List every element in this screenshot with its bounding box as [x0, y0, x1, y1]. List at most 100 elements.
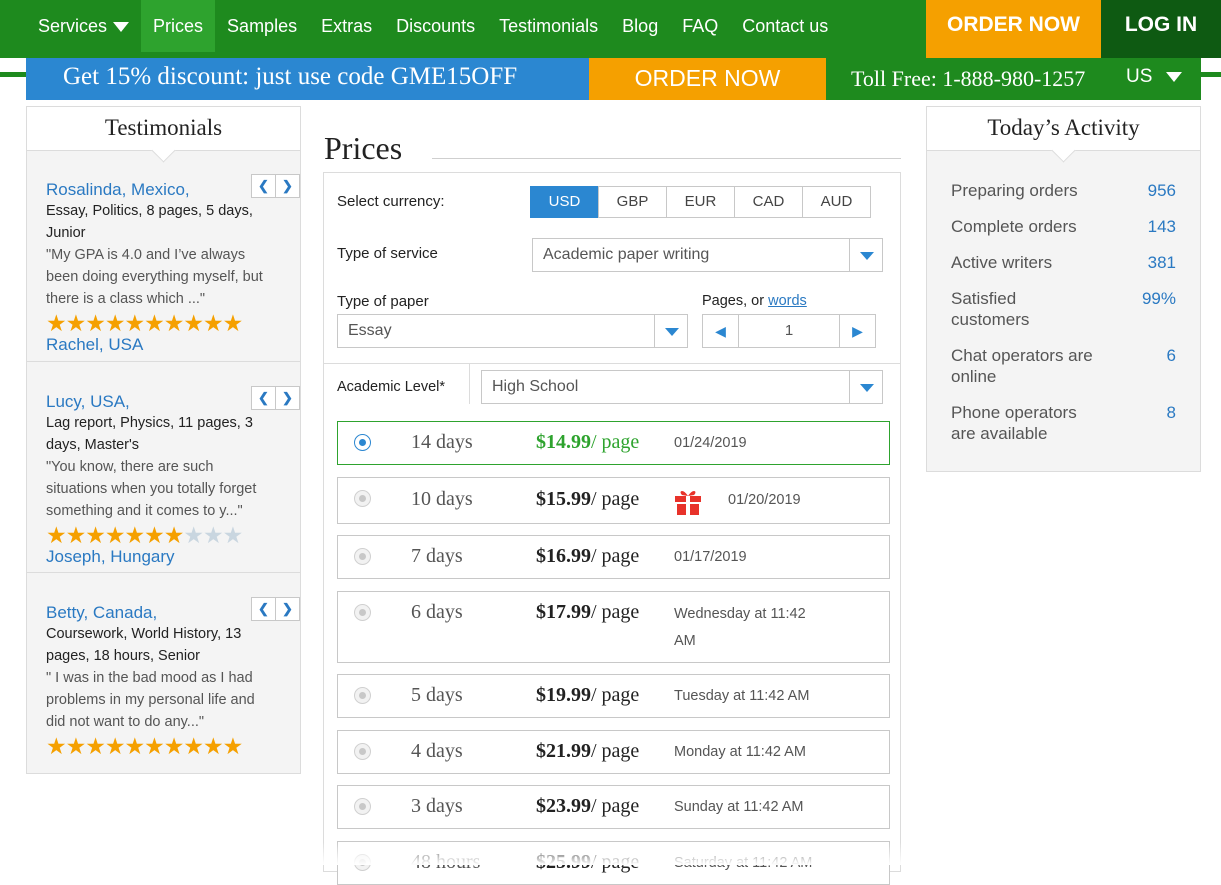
- deadline-option[interactable]: 3 days $23.99/ page Sunday at 11:42 AM: [337, 785, 890, 829]
- nav-testimonials[interactable]: Testimonials: [487, 0, 610, 52]
- currency-cad[interactable]: CAD: [734, 186, 803, 218]
- deadline-date: 01/24/2019: [674, 435, 747, 451]
- nav-faq[interactable]: FAQ: [670, 0, 730, 52]
- activity-list: Preparing orders 956 Complete orders 143 A…: [927, 151, 1200, 459]
- price-unit: / page: [591, 545, 640, 567]
- radio-button[interactable]: [354, 604, 371, 621]
- activity-row: Phone operators are available 8: [927, 402, 1200, 459]
- toll-free: Toll Free: 1-888-980-1257 US: [826, 58, 1201, 100]
- radio-button[interactable]: [354, 548, 371, 565]
- toll-free-number[interactable]: Toll Free: 1-888-980-1257: [851, 66, 1085, 91]
- deadline-date: Monday at 11:42 AM: [674, 744, 806, 760]
- currency-aud[interactable]: AUD: [802, 186, 871, 218]
- deadline-days: 3 days: [411, 795, 463, 817]
- price-unit: / page: [591, 684, 640, 706]
- chevron-right-icon[interactable]: ❯: [275, 386, 300, 410]
- paper-select[interactable]: Essay: [337, 314, 688, 348]
- discount-banner[interactable]: Get 15% discount: just use code GME15OFF: [26, 58, 589, 100]
- deadline-option[interactable]: 14 days $14.99/ page 01/24/2019: [337, 421, 890, 465]
- deadline-price: $17.99/ page: [536, 601, 639, 624]
- activity-row: Preparing orders 956: [927, 180, 1200, 216]
- nav-samples[interactable]: Samples: [215, 0, 309, 52]
- service-select[interactable]: Academic paper writing: [532, 238, 883, 272]
- rating-stars: ★★★★★★★★★★: [46, 522, 243, 548]
- order-now-button[interactable]: ORDER NOW: [926, 0, 1101, 58]
- price-amount: $21.99: [536, 740, 591, 762]
- next-testimonial-author: Rachel, USA: [46, 335, 144, 354]
- price-calculator: Select currency: USD GBP EUR CAD AUD Typ…: [323, 172, 901, 885]
- testimonial-meta: Essay, Politics, 8 pages, 5 days, Junior: [46, 203, 253, 241]
- nav-services-label: Services: [38, 16, 108, 36]
- pages-value[interactable]: 1: [739, 315, 839, 347]
- testimonial-card: Lucy, USA, Lag report, Physics, 11 pages…: [27, 361, 300, 572]
- nav-contact-us[interactable]: Contact us: [730, 0, 840, 52]
- chevron-right-icon[interactable]: ❯: [275, 174, 300, 198]
- chevron-right-icon[interactable]: ▶: [839, 315, 875, 347]
- divider: [470, 363, 901, 364]
- testimonials-title: Testimonials: [27, 107, 300, 151]
- deadline-option[interactable]: 5 days $19.99/ page Tuesday at 11:42 AM: [337, 674, 890, 718]
- chevron-left-icon[interactable]: ❮: [251, 597, 276, 621]
- price-unit: / page: [591, 601, 640, 623]
- words-link[interactable]: words: [768, 293, 807, 309]
- currency-usd[interactable]: USD: [530, 186, 599, 218]
- nav-blog[interactable]: Blog: [610, 0, 670, 52]
- activity-value: 8: [1166, 403, 1176, 422]
- testimonial-quote: "My GPA is 4.0 and I’ve always been doin…: [46, 247, 263, 307]
- academic-level-select[interactable]: High School: [481, 370, 883, 404]
- divider: [432, 158, 901, 159]
- price-amount: $17.99: [536, 601, 591, 623]
- deadline-option[interactable]: 4 days $21.99/ page Monday at 11:42 AM: [337, 730, 890, 774]
- scroll-fade: [323, 842, 901, 865]
- price-unit: / page: [591, 488, 640, 510]
- service-label: Type of service: [337, 245, 438, 262]
- next-testimonial-author: Joseph, Hungary: [46, 547, 175, 566]
- deadline-days: 6 days: [411, 601, 463, 623]
- currency-gbp[interactable]: GBP: [598, 186, 667, 218]
- nav-prices[interactable]: Prices: [141, 0, 216, 52]
- currency-label: Select currency:: [337, 193, 445, 210]
- log-in-button[interactable]: LOG IN: [1101, 0, 1221, 58]
- country-selector[interactable]: US: [1126, 58, 1183, 96]
- chevron-down-icon: [849, 239, 882, 271]
- testimonial-card: Rosalinda, Mexico, Essay, Politics, 8 pa…: [27, 150, 300, 361]
- chevron-left-icon[interactable]: ❮: [251, 174, 276, 198]
- price-amount: $19.99: [536, 684, 591, 706]
- deadline-option[interactable]: 7 days $16.99/ page 01/17/2019: [337, 535, 890, 579]
- testimonial-arrows: ❮ ❯: [251, 386, 300, 410]
- price-unit: / page: [591, 795, 640, 817]
- radio-button[interactable]: [354, 490, 371, 507]
- deadline-option[interactable]: 6 days $17.99/ page Wednesday at 11:42 A…: [337, 591, 890, 663]
- activity-value: 99%: [1141, 289, 1176, 308]
- paper-value: Essay: [348, 322, 392, 339]
- promo-order-now-button[interactable]: ORDER NOW: [589, 58, 826, 100]
- testimonial-meta: Lag report, Physics, 11 pages, 3 days, M…: [46, 415, 253, 453]
- activity-row: Complete orders 143: [927, 216, 1200, 252]
- currency-eur[interactable]: EUR: [666, 186, 735, 218]
- nav-discounts[interactable]: Discounts: [384, 0, 487, 52]
- deadline-price: $21.99/ page: [536, 740, 639, 763]
- nav-links: Services Prices Samples Extras Discounts…: [26, 0, 840, 52]
- nav-extras[interactable]: Extras: [309, 0, 384, 52]
- activity-value: 143: [1147, 217, 1176, 236]
- radio-button[interactable]: [354, 743, 371, 760]
- activity-label: Active writers: [951, 253, 1053, 272]
- chevron-down-icon: [654, 315, 687, 347]
- radio-button[interactable]: [354, 687, 371, 704]
- deadline-price: $16.99/ page: [536, 545, 639, 568]
- paper-label: Type of paper: [337, 293, 429, 310]
- activity-label: Chat operators are online: [951, 346, 1093, 386]
- chevron-left-icon[interactable]: ◀: [703, 315, 739, 347]
- deadline-date: Sunday at 11:42 AM: [674, 799, 804, 815]
- radio-button[interactable]: [354, 798, 371, 815]
- chevron-right-icon[interactable]: ❯: [275, 597, 300, 621]
- deadline-price: $23.99/ page: [536, 795, 639, 818]
- deadline-price: $14.99/ page: [536, 431, 639, 454]
- testimonial-meta: Coursework, World History, 13 pages, 18 …: [46, 626, 242, 664]
- deadline-option[interactable]: 10 days $15.99/ page 01/20/2019: [337, 477, 890, 524]
- price-amount: $23.99: [536, 795, 591, 817]
- chevron-left-icon[interactable]: ❮: [251, 386, 276, 410]
- nav-services[interactable]: Services: [26, 0, 141, 52]
- deadline-days: 5 days: [411, 684, 463, 706]
- radio-button[interactable]: [354, 434, 371, 451]
